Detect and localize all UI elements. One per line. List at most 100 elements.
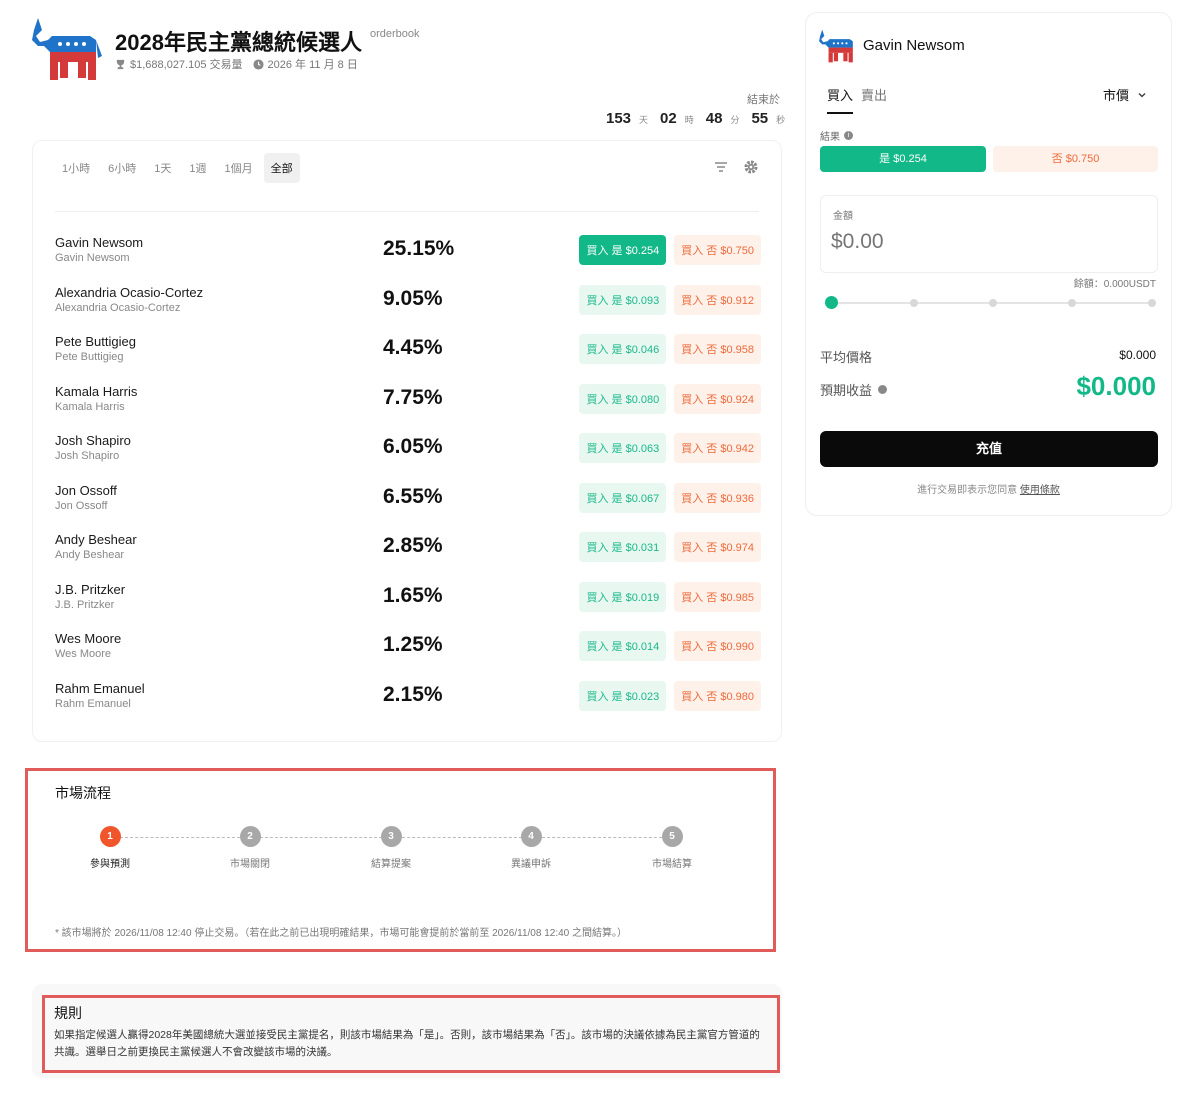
candidate-probability: 9.05% (383, 286, 443, 310)
table-row: Jon Ossoff Jon Ossoff 6.55% 買入 是 $0.067 買… (55, 473, 761, 523)
amount-slider[interactable] (825, 296, 1156, 309)
buy-yes-button[interactable]: 買入 是 $0.023 (579, 680, 667, 711)
rules-text: 如果指定候選人贏得2028年美國總統大選並接受民主黨提名，則該市場結果為「是」。… (54, 1029, 760, 1058)
table-row: Gavin Newsom Gavin Newsom 25.15% 買入 是 $0… (55, 225, 761, 275)
info-icon[interactable] (878, 385, 888, 394)
timeframe-tabs: 1小時 6小時 1天 1週 1個月 全部 (55, 153, 300, 183)
countdown-minutes-unit: 分 (730, 115, 740, 125)
card-tools (713, 159, 759, 175)
candidate-probability: 1.65% (383, 583, 443, 607)
tab-6h[interactable]: 6小時 (101, 153, 143, 183)
slider-tick[interactable] (1148, 299, 1156, 307)
step-label: 參與預測 (90, 859, 130, 870)
candidate-name: Pete Buttigieg (55, 334, 136, 349)
buy-yes-button[interactable]: 買入 是 $0.067 (579, 482, 667, 513)
step-label: 結算提案 (371, 859, 411, 870)
candidate-sub: Pete Buttigieg (55, 351, 124, 363)
table-row: Pete Buttigieg Pete Buttigieg 4.45% 買入 是… (55, 324, 761, 374)
process-step: 5 市場結算 (642, 826, 702, 870)
step-label: 市場關閉 (230, 859, 270, 870)
avg-price-label: 平均價格 (820, 350, 873, 365)
candidate-sub: Gavin Newsom (55, 252, 130, 264)
countdown-hours-unit: 時 (684, 115, 694, 125)
avg-price-value: $0.000 (1119, 348, 1156, 362)
candidate-sub: Andy Beshear (55, 549, 125, 561)
step-label: 市場結算 (652, 859, 692, 870)
candidate-probability: 7.75% (383, 385, 443, 409)
buy-yes-button[interactable]: 買入 是 $0.031 (579, 532, 667, 562)
buy-no-button[interactable]: 買入 否 $0.750 (674, 235, 761, 265)
candidate-probability: 6.05% (383, 435, 443, 458)
slider-tick[interactable] (910, 299, 918, 307)
candidate-name: Wes Moore (55, 631, 122, 646)
tab-sell[interactable]: 賣出 (861, 85, 887, 114)
slider-tick[interactable] (989, 299, 997, 307)
buy-no-button[interactable]: 買入 否 $0.974 (674, 532, 761, 562)
step-number: 4 (520, 826, 542, 847)
tab-1w[interactable]: 1週 (182, 153, 213, 183)
buy-yes-button[interactable]: 買入 是 $0.063 (579, 433, 667, 463)
donkey-logo-icon (818, 28, 856, 64)
table-row: Wes Moore Wes Moore 1.25% 買入 是 $0.014 買入 … (55, 621, 761, 671)
candidate-probability: 2.15% (383, 682, 443, 706)
process-note: * 該市場將於 2026/11/08 12:40 停止交易。（若在此之前已出現明… (55, 928, 628, 939)
tab-all[interactable]: 全部 (263, 153, 300, 183)
candidate-probability: 6.55% (383, 484, 443, 508)
amount-input[interactable] (831, 230, 1131, 254)
countdown-minutes: 48 (705, 110, 723, 127)
buy-yes-button[interactable]: 買入 是 $0.046 (579, 334, 667, 364)
buy-no-button[interactable]: 買入 否 $0.924 (674, 383, 761, 414)
deposit-button[interactable]: 充值 (820, 431, 1158, 467)
buy-no-button[interactable]: 買入 否 $0.958 (674, 334, 761, 364)
candidate-name: Josh Shapiro (55, 433, 131, 448)
candidate-probability: 1.25% (383, 633, 443, 656)
slider-tick[interactable] (1068, 299, 1076, 307)
candidate-sub: Rahm Emanuel (55, 697, 131, 710)
candidate-name: Jon Ossoff (55, 482, 117, 498)
candidate-sub: Alexandria Ocasio-Cortez (55, 301, 181, 314)
countdown-seconds-unit: 秒 (776, 115, 786, 125)
yes-outcome-button[interactable]: 是 $0.254 (820, 146, 986, 172)
terms-notice: 進行交易即表示您同意 使用條款 (806, 481, 1171, 496)
trade-side-tabs: 買入 賣出 (827, 85, 887, 114)
buy-no-button[interactable]: 買入 否 $0.936 (674, 482, 761, 513)
tab-1m[interactable]: 1個月 (218, 153, 260, 183)
countdown-label: 結束於 (747, 94, 780, 106)
terms-link[interactable]: 使用條款 (1020, 485, 1060, 496)
order-type-label: 市價 (1102, 88, 1129, 103)
outcome-label: 結果 i (820, 128, 853, 143)
countdown-timer: 153 天 02 時 48 分 55 秒 (606, 110, 785, 127)
market-process-section: 市場流程 1 參與預測 2 市場關閉 3 結算提案 4 異議申訴 5 市場結算 … (25, 768, 776, 952)
candidate-sub: Josh Shapiro (55, 450, 120, 462)
buy-no-button[interactable]: 買入 否 $0.990 (674, 631, 761, 661)
buy-no-button[interactable]: 買入 否 $0.912 (674, 284, 761, 315)
outcomes-card: 1小時 6小時 1天 1週 1個月 全部 Gavin Newsom Gavin … (32, 140, 782, 742)
buy-no-button[interactable]: 買入 否 $0.985 (674, 581, 761, 612)
gear-icon[interactable] (743, 159, 759, 175)
slider-handle[interactable] (825, 296, 838, 309)
buy-yes-button[interactable]: 買入 是 $0.254 (579, 235, 667, 265)
expected-return-label: 預期收益 (820, 380, 888, 399)
tab-buy[interactable]: 買入 (827, 85, 854, 114)
candidate-sub: Kamala Harris (55, 400, 125, 413)
process-step: 1 參與預測 (80, 826, 140, 870)
no-outcome-button[interactable]: 否 $0.750 (993, 146, 1158, 172)
candidate-sub: Wes Moore (55, 648, 112, 660)
buy-yes-button[interactable]: 買入 是 $0.019 (579, 581, 667, 612)
candidate-probability: 4.45% (383, 336, 443, 359)
filter-icon[interactable] (713, 159, 729, 175)
order-type-select[interactable]: 市價 (1103, 85, 1147, 104)
info-icon[interactable]: i (844, 131, 853, 140)
buy-yes-button[interactable]: 買入 是 $0.014 (579, 631, 667, 661)
buy-no-button[interactable]: 買入 否 $0.980 (674, 680, 761, 711)
tab-1d[interactable]: 1天 (147, 153, 178, 183)
tab-1h[interactable]: 1小時 (55, 153, 97, 183)
buy-no-button[interactable]: 買入 否 $0.942 (674, 433, 761, 463)
buy-yes-button[interactable]: 買入 是 $0.080 (579, 383, 667, 414)
balance-text: 餘額：0.000USDT (1073, 279, 1156, 290)
step-number: 2 (239, 826, 261, 847)
trophy-icon (116, 59, 125, 69)
process-step: 2 市場關閉 (220, 826, 280, 870)
countdown-hours: 02 (660, 110, 677, 127)
buy-yes-button[interactable]: 買入 是 $0.093 (579, 284, 667, 315)
